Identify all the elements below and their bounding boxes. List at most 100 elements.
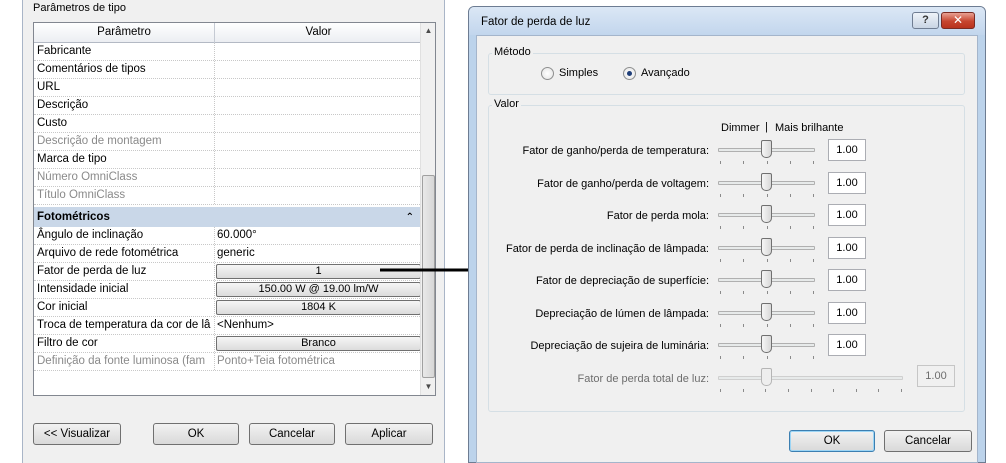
slider-row: Fator de perda total de luz: 1.00 [477, 364, 977, 393]
slider-label: Fator de perda total de luz: [577, 372, 709, 385]
parameter-row[interactable]: Título OmniClass [34, 187, 422, 205]
slider-tick [813, 291, 814, 294]
parameter-row[interactable]: Troca de temperatura da cor de lâ <Nenhum… [34, 317, 422, 335]
parameter-value[interactable] [215, 97, 422, 114]
parameter-row[interactable]: URL [34, 79, 422, 97]
parameter-row[interactable]: Número OmniClass [34, 169, 422, 187]
slider-tick [720, 226, 721, 229]
parameter-name: Cor inicial [34, 299, 215, 316]
parameter-value[interactable] [215, 43, 422, 60]
slider-tick [789, 226, 791, 229]
radio-advanced-label[interactable]: Avançado [641, 67, 690, 79]
slider-tick [720, 291, 721, 294]
value-edit-button[interactable]: 1804 K [216, 300, 421, 315]
parameter-row[interactable]: Comentários de tipos [34, 61, 422, 79]
parameter-row[interactable]: Fator de perda de luz 1 [34, 263, 422, 281]
parameter-value[interactable]: 150.00 W @ 19.00 lm/W [215, 281, 422, 298]
radio-simple-label[interactable]: Simples [559, 67, 598, 79]
group-header-photometrics[interactable]: Fotométricos ⌃ [34, 207, 422, 227]
value-edit-button[interactable]: 150.00 W @ 19.00 lm/W [216, 282, 421, 297]
parameter-value[interactable] [215, 115, 422, 132]
parameter-row[interactable]: Ângulo de inclinação 60.000° [34, 227, 422, 245]
close-icon[interactable]: ✕ [941, 12, 975, 29]
parameter-value[interactable]: generic [215, 245, 422, 262]
dialog-ok-button[interactable]: OK [789, 430, 875, 452]
value-legend: Valor [492, 98, 521, 110]
parameter-row[interactable]: Arquivo de rede fotométrica generic [34, 245, 422, 263]
slider-tick [766, 258, 768, 262]
dialog-titlebar[interactable]: Fator de perda de luz ? ✕ [469, 7, 985, 35]
slider-thumb[interactable] [761, 172, 772, 191]
cancel-button[interactable]: Cancelar [249, 423, 335, 445]
parameter-value[interactable] [215, 151, 422, 168]
parameter-value[interactable]: 60.000° [215, 227, 422, 244]
dialog-title: Fator de perda de luz [481, 16, 591, 28]
slider-row: Fator de ganho/perda de voltagem: 1.00 [477, 171, 977, 198]
parameter-row[interactable]: Custo [34, 115, 422, 133]
parameter-value[interactable] [215, 79, 422, 96]
parameter-name: Comentários de tipos [34, 61, 215, 78]
parameter-name: Descrição [34, 97, 215, 114]
parameter-row[interactable]: Descrição de montagem [34, 133, 422, 151]
radio-simple[interactable] [541, 67, 554, 80]
ok-button[interactable]: OK [153, 423, 239, 445]
parameter-row[interactable]: Cor inicial 1804 K [34, 299, 422, 317]
column-header-parameter[interactable]: Parâmetro [34, 23, 215, 43]
slider-tick [742, 388, 744, 392]
slider-value-input[interactable]: 1.00 [828, 301, 866, 324]
slider-thumb[interactable] [761, 335, 772, 353]
parameter-name: Arquivo de rede fotométrica [34, 245, 215, 262]
slider-label: Depreciação de sujeira de luminária: [530, 340, 709, 352]
slider-tick [743, 161, 745, 164]
column-header-value[interactable]: Valor [215, 23, 422, 43]
parameter-name: Título OmniClass [34, 187, 215, 204]
slider-thumb[interactable] [761, 237, 772, 256]
parameter-name: Definição da fonte luminosa (fam [34, 353, 215, 370]
parameter-row[interactable]: Filtro de cor Branco [34, 335, 422, 353]
slider-value-input[interactable]: 1.00 [828, 334, 866, 356]
slider-tick [766, 226, 768, 229]
slider-tick [743, 291, 745, 294]
slider-thumb[interactable] [761, 205, 772, 223]
apply-button[interactable]: Aplicar [345, 423, 433, 445]
scroll-up-icon[interactable]: ▲ [421, 23, 435, 39]
parameter-value: Ponto+Teia fotométrica [217, 355, 335, 367]
preview-button[interactable]: << Visualizar [33, 423, 121, 445]
scroll-down-icon[interactable]: ▼ [421, 379, 435, 395]
vertical-scrollbar[interactable]: ▲ ▼ [420, 23, 435, 395]
slider-label: Fator de ganho/perda de temperatura: [522, 145, 709, 157]
slider-tick [743, 226, 745, 229]
radio-advanced[interactable] [623, 67, 636, 80]
help-icon[interactable]: ? [912, 12, 939, 29]
slider-thumb[interactable] [761, 270, 772, 288]
slider-tick [766, 356, 768, 359]
parameter-value[interactable] [215, 61, 422, 78]
slider-value-input[interactable]: 1.00 [828, 269, 866, 291]
slider-thumb [760, 367, 772, 386]
parameter-value [215, 133, 422, 150]
parameter-row[interactable]: Marca de tipo [34, 151, 422, 169]
parameter-row[interactable]: Intensidade inicial 150.00 W @ 19.00 lm/W [34, 281, 422, 299]
slider-value-input[interactable]: 1.00 [828, 236, 866, 259]
slider-value-input[interactable]: 1.00 [828, 171, 866, 194]
parameters-grid: Parâmetro Valor Fabricante Comentários de… [33, 22, 436, 396]
parameter-value[interactable]: 1804 K [215, 299, 422, 316]
slider-thumb[interactable] [761, 302, 772, 321]
slider-thumb[interactable] [761, 140, 772, 158]
parameter-value[interactable]: <Nenhum> [215, 317, 422, 334]
slider-tick [813, 356, 814, 359]
parameter-row[interactable]: Definição da fonte luminosa (fam Ponto+Te… [34, 353, 422, 371]
heading-separator: | [765, 121, 768, 133]
parameter-row[interactable]: Fabricante [34, 43, 422, 61]
dialog-cancel-button[interactable]: Cancelar [884, 430, 972, 452]
slider-value-input[interactable]: 1.00 [828, 204, 866, 226]
slider-tick [789, 323, 791, 327]
parameter-row[interactable]: Descrição [34, 97, 422, 115]
slider-row: Fator de ganho/perda de temperatura: 1.00 [477, 139, 977, 165]
parameter-name: Custo [34, 115, 215, 132]
slider-tick [901, 388, 902, 392]
value-edit-button[interactable]: Branco [216, 336, 421, 351]
parameter-name: Fabricante [34, 43, 215, 60]
slider-value-input[interactable]: 1.00 [828, 139, 866, 161]
parameter-value[interactable]: Branco [215, 335, 422, 352]
